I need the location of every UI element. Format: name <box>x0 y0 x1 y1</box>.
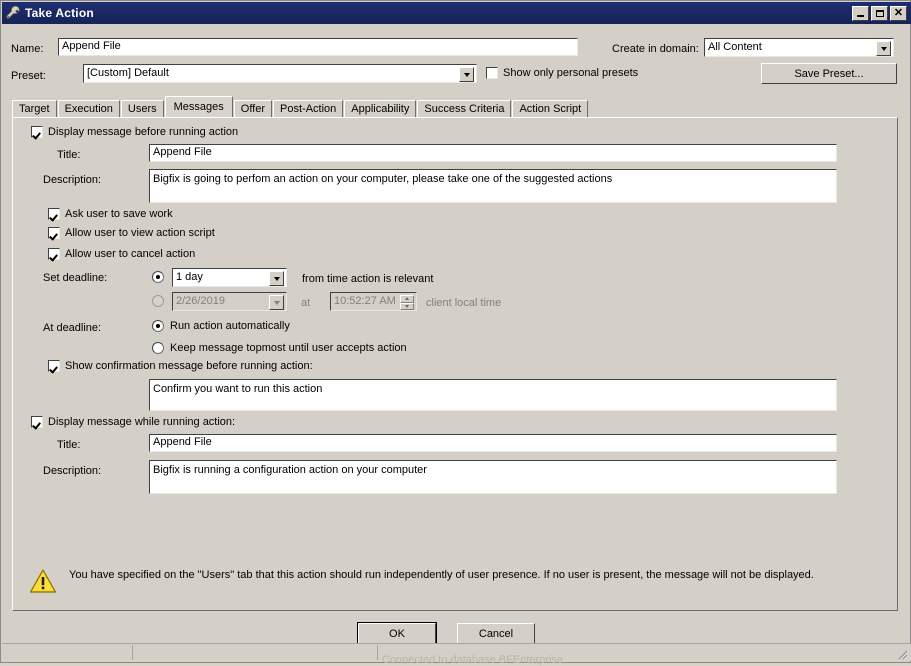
before-description-input[interactable]: Bigfix is going to perfom an action on y… <box>149 169 837 203</box>
tab-label: Users <box>127 103 157 115</box>
tab-label: Success Criteria <box>424 103 505 115</box>
tab-label: Target <box>19 103 50 115</box>
tab-target[interactable]: Target <box>12 100 57 117</box>
tab-label: Applicability <box>351 103 410 115</box>
allow-view-script-row[interactable]: Allow user to view action script <box>48 227 215 239</box>
deadline-absolute-radio[interactable] <box>152 295 164 307</box>
ok-button[interactable]: OK <box>357 622 437 645</box>
status-divider <box>132 645 133 660</box>
set-deadline-label: Set deadline: <box>43 272 108 284</box>
window-title: Take Action <box>25 6 94 20</box>
before-title-label: Title: <box>57 149 81 161</box>
chevron-down-icon[interactable] <box>269 271 284 286</box>
show-personal-presets-checkbox-row[interactable]: Show only personal presets <box>486 67 638 79</box>
tab-strip: Target Execution Users Messages Offer Po… <box>12 96 589 117</box>
while-description-label: Description: <box>43 465 102 477</box>
deadline-relative-suffix: from time action is relevant <box>302 273 434 285</box>
tab-offer[interactable]: Offer <box>233 100 273 117</box>
display-message-while-checkbox[interactable] <box>31 416 43 428</box>
ask-user-save-work-row[interactable]: Ask user to save work <box>48 208 173 220</box>
display-message-before-checkbox[interactable] <box>31 126 43 138</box>
show-personal-presets-checkbox[interactable] <box>486 67 498 79</box>
preset-select[interactable]: [Custom] Default <box>83 64 477 83</box>
tab-success-criteria[interactable]: Success Criteria <box>417 100 512 117</box>
display-message-before-checkbox-row[interactable]: Display message before running action <box>31 126 238 138</box>
tab-label: Messages <box>173 101 224 113</box>
display-message-while-row[interactable]: Display message while running action: <box>31 416 235 428</box>
deadline-relative-select[interactable]: 1 day <box>172 268 287 287</box>
warning-message: You have specified on the "Users" tab th… <box>69 569 814 581</box>
title-bar: Take Action ✕ <box>2 2 911 24</box>
chevron-down-icon[interactable] <box>876 41 891 56</box>
resize-grip[interactable] <box>895 646 909 660</box>
deadline-relative-radio[interactable] <box>152 271 164 283</box>
allow-cancel-action-row[interactable]: Allow user to cancel action <box>48 248 195 260</box>
window-controls: ✕ <box>852 5 907 21</box>
deadline-time-input[interactable]: 10:52:27 AM <box>330 292 417 311</box>
name-label: Name: <box>11 43 44 55</box>
show-personal-presets-label: Show only personal presets <box>503 67 639 79</box>
tab-label: Post-Action <box>280 103 337 115</box>
tab-execution[interactable]: Execution <box>57 100 120 117</box>
show-confirmation-checkbox[interactable] <box>48 360 60 372</box>
chevron-down-icon[interactable] <box>269 295 284 310</box>
status-divider <box>377 645 378 660</box>
confirmation-message-input[interactable]: Confirm you want to run this action <box>149 379 837 411</box>
close-button[interactable]: ✕ <box>890 5 907 21</box>
while-title-input[interactable]: Append File <box>149 434 837 452</box>
wrench-icon <box>5 5 21 21</box>
keep-topmost-radio[interactable] <box>152 342 164 354</box>
status-bar: Connected to database BFEnterprise <box>2 643 911 666</box>
deadline-at-label: at <box>301 297 311 309</box>
ask-user-save-work-checkbox[interactable] <box>48 208 60 220</box>
create-in-domain-value: All Content <box>708 41 762 53</box>
keep-topmost-row[interactable]: Keep message topmost until user accepts … <box>152 342 407 354</box>
client-local-time-label: client local time <box>426 297 502 309</box>
maximize-button[interactable] <box>871 5 888 21</box>
tab-label: Action Script <box>519 103 582 115</box>
chevron-down-icon[interactable] <box>459 67 474 82</box>
cancel-button[interactable]: Cancel <box>457 623 535 644</box>
keep-topmost-label: Keep message topmost until user accepts … <box>170 342 407 354</box>
allow-cancel-action-checkbox[interactable] <box>48 248 60 260</box>
at-deadline-label: At deadline: <box>43 322 102 334</box>
allow-view-script-checkbox[interactable] <box>48 227 60 239</box>
tab-applicability[interactable]: Applicability <box>344 100 417 117</box>
ask-user-save-work-label: Ask user to save work <box>65 208 173 220</box>
allow-cancel-action-label: Allow user to cancel action <box>65 248 196 260</box>
minimize-button[interactable] <box>852 5 869 21</box>
create-in-domain-select[interactable]: All Content <box>704 38 894 57</box>
tab-action-script[interactable]: Action Script <box>512 100 589 117</box>
save-preset-button[interactable]: Save Preset... <box>761 63 897 84</box>
display-message-while-label: Display message while running action: <box>48 416 236 428</box>
show-confirmation-row[interactable]: Show confirmation message before running… <box>48 360 313 372</box>
while-description-input[interactable]: Bigfix is running a configuration action… <box>149 460 837 494</box>
tab-label: Offer <box>240 103 266 115</box>
allow-view-script-label: Allow user to view action script <box>65 227 215 239</box>
before-title-input[interactable]: Append File <box>149 144 837 162</box>
run-automatically-row[interactable]: Run action automatically <box>152 320 290 332</box>
warning-triangle-icon <box>29 567 57 595</box>
run-automatically-label: Run action automatically <box>170 320 290 332</box>
deadline-date-select[interactable]: 2/26/2019 <box>172 292 287 311</box>
display-message-before-label: Display message before running action <box>48 126 239 138</box>
take-action-dialog: Take Action ✕ Name: Append File Create i… <box>0 0 911 666</box>
preset-value: [Custom] Default <box>87 67 169 79</box>
name-input[interactable]: Append File <box>58 38 578 56</box>
tab-messages[interactable]: Messages <box>164 96 233 117</box>
tab-post-action[interactable]: Post-Action <box>273 100 344 117</box>
before-description-label: Description: <box>43 174 102 186</box>
time-spinner[interactable] <box>400 295 414 310</box>
tab-users[interactable]: Users <box>120 100 164 117</box>
status-text: Connected to database BFEnterprise <box>382 654 564 666</box>
show-confirmation-label: Show confirmation message before running… <box>65 360 313 372</box>
run-automatically-radio[interactable] <box>152 320 164 332</box>
create-in-domain-label: Create in domain: <box>612 43 699 55</box>
tab-label: Execution <box>64 103 113 115</box>
while-title-label: Title: <box>57 439 81 451</box>
preset-label: Preset: <box>11 70 46 82</box>
